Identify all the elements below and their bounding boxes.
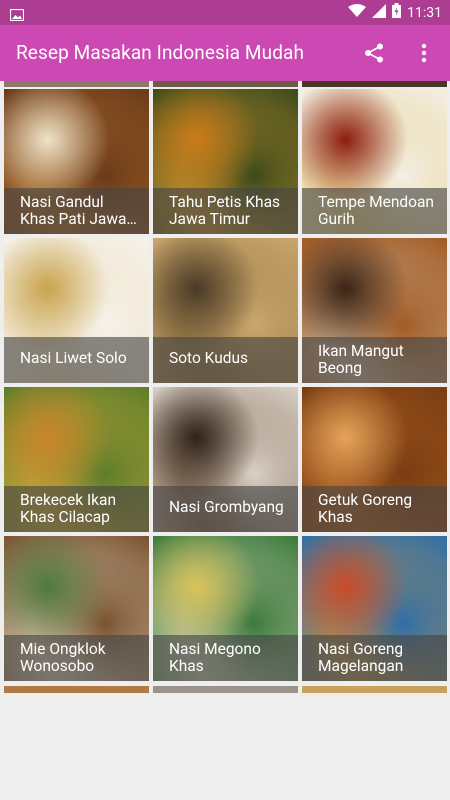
signal-icon bbox=[372, 3, 387, 22]
recipe-card[interactable]: Nasi Gandul Khas Pati Jawa Tengah bbox=[4, 89, 149, 234]
recipe-caption: Mie Ongklok Wonosobo bbox=[4, 635, 149, 681]
recipe-title: Nasi Gandul Khas Pati Jawa Tengah bbox=[20, 194, 127, 228]
overflow-menu-icon[interactable] bbox=[410, 39, 438, 67]
recipe-caption: Tahu Petis Khas Jawa Timur bbox=[153, 188, 298, 234]
recipe-card[interactable]: Mie Ongklok Wonosobo bbox=[4, 536, 149, 681]
recipe-caption: Nasi Goreng Magelangan bbox=[302, 635, 447, 681]
recipe-title: Nasi Megono Khas bbox=[169, 641, 261, 675]
recipe-card[interactable]: Nasi Grombyang bbox=[153, 387, 298, 532]
status-icons: 11:31 bbox=[348, 3, 442, 22]
recipe-caption: Nasi Grombyang bbox=[153, 486, 298, 532]
wifi-icon bbox=[348, 3, 367, 22]
recipe-card[interactable]: Ikan Mangut Beong bbox=[302, 238, 447, 383]
recipe-title: Getuk Goreng Khas bbox=[318, 492, 413, 526]
recipe-card[interactable]: Nasi Megono Khas bbox=[153, 536, 298, 681]
partial-card-top bbox=[302, 81, 447, 87]
partial-card-top bbox=[4, 81, 149, 87]
partial-card-bottom bbox=[4, 686, 149, 693]
recipe-title: Tempe Mendoan Gurih bbox=[318, 194, 434, 228]
share-icon[interactable] bbox=[360, 39, 388, 67]
recipe-card[interactable]: Nasi Goreng Magelangan bbox=[302, 536, 447, 681]
recipe-grid: Nasi Gandul Khas Pati Jawa Tengah Tahu Pe… bbox=[4, 89, 447, 681]
recipe-title: Soto Kudus bbox=[169, 349, 249, 367]
recipe-caption: Soto Kudus bbox=[153, 337, 298, 383]
app-title: Resep Masakan Indonesia Mudah bbox=[16, 41, 305, 64]
gallery-notification-icon bbox=[9, 6, 25, 25]
partial-card-bottom bbox=[302, 686, 447, 693]
recipe-title: Mie Ongklok Wonosobo bbox=[20, 641, 106, 675]
recipe-card[interactable]: Soto Kudus bbox=[153, 238, 298, 383]
recipe-card[interactable]: Getuk Goreng Khas bbox=[302, 387, 447, 532]
recipe-caption: Getuk Goreng Khas bbox=[302, 486, 447, 532]
recipe-grid-scroll[interactable]: Nasi Gandul Khas Pati Jawa Tengah Tahu Pe… bbox=[0, 81, 450, 693]
recipe-card[interactable]: Nasi Liwet Solo bbox=[4, 238, 149, 383]
recipe-title: Tahu Petis Khas Jawa Timur bbox=[169, 194, 281, 228]
status-bar: 11:31 bbox=[0, 0, 450, 25]
recipe-caption: Nasi Liwet Solo bbox=[4, 337, 149, 383]
recipe-card[interactable]: Brekecek Ikan Khas Cilacap bbox=[4, 387, 149, 532]
recipe-caption: Nasi Gandul Khas Pati Jawa Tengah bbox=[4, 188, 149, 234]
recipe-caption: Nasi Megono Khas bbox=[153, 635, 298, 681]
recipe-card[interactable]: Tempe Mendoan Gurih bbox=[302, 89, 447, 234]
recipe-title: Nasi Goreng Magelangan bbox=[318, 641, 404, 675]
recipe-caption: Ikan Mangut Beong bbox=[302, 337, 447, 383]
recipe-title: Brekecek Ikan Khas Cilacap bbox=[20, 492, 117, 526]
recipe-card[interactable]: Tahu Petis Khas Jawa Timur bbox=[153, 89, 298, 234]
recipe-caption: Tempe Mendoan Gurih bbox=[302, 188, 447, 234]
recipe-title: Nasi Liwet Solo bbox=[20, 349, 127, 367]
recipe-title: Nasi Grombyang bbox=[169, 498, 284, 516]
recipe-title: Ikan Mangut Beong bbox=[318, 343, 404, 377]
partial-card-bottom bbox=[153, 686, 298, 693]
app-actions bbox=[360, 39, 438, 67]
partial-card-top bbox=[153, 81, 298, 87]
recipe-caption: Brekecek Ikan Khas Cilacap bbox=[4, 486, 149, 532]
battery-icon bbox=[392, 3, 402, 22]
app-bar: Resep Masakan Indonesia Mudah bbox=[0, 25, 450, 81]
clock: 11:31 bbox=[407, 4, 442, 21]
